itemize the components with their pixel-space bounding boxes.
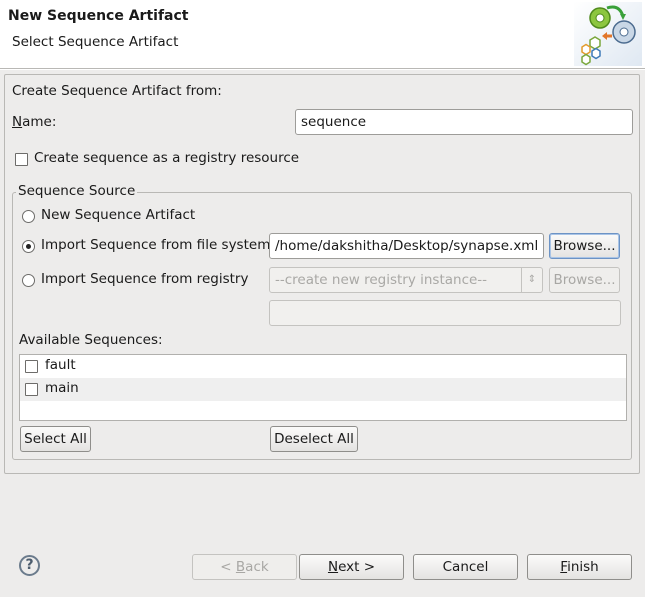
next-mnemonic: N xyxy=(327,559,339,575)
sequence-source-legend: Sequence Source xyxy=(16,183,138,199)
main-label[interactable]: main xyxy=(45,380,79,396)
sequences-list[interactable]: fault main xyxy=(19,354,627,421)
name-label-mnemonic: N xyxy=(12,114,23,130)
back-mnemonic: B xyxy=(235,559,246,575)
sequence-wizard-icon xyxy=(574,2,642,66)
back-prefix: < xyxy=(220,559,236,575)
list-item[interactable]: fault xyxy=(20,355,626,378)
registry-path-input[interactable] xyxy=(269,300,621,326)
registry-instance-combo[interactable]: --create new registry instance-- ⇕ xyxy=(269,267,543,293)
name-label: Name: xyxy=(12,114,56,130)
fault-checkbox[interactable] xyxy=(25,360,38,373)
name-input[interactable]: sequence xyxy=(295,109,633,135)
import-file-radio[interactable] xyxy=(22,240,35,253)
back-text: ack xyxy=(245,559,269,575)
finish-button[interactable]: Finish xyxy=(527,554,632,580)
deselect-all-button[interactable]: Deselect All xyxy=(270,426,358,452)
help-icon[interactable]: ? xyxy=(19,555,40,576)
new-artifact-radio[interactable] xyxy=(22,210,35,223)
registry-resource-checkbox[interactable] xyxy=(15,153,28,166)
wizard-subtitle: Select Sequence Artifact xyxy=(12,34,179,50)
create-from-label: Create Sequence Artifact from: xyxy=(12,83,222,99)
next-text: ext > xyxy=(338,559,376,575)
main-checkbox[interactable] xyxy=(25,383,38,396)
import-file-label[interactable]: Import Sequence from file system xyxy=(41,237,270,253)
available-sequences-label: Available Sequences: xyxy=(19,332,163,348)
registry-resource-label[interactable]: Create sequence as a registry resource xyxy=(34,150,299,166)
import-registry-label[interactable]: Import Sequence from registry xyxy=(41,271,248,287)
import-registry-radio[interactable] xyxy=(22,274,35,287)
header-divider-highlight xyxy=(0,69,645,70)
next-button[interactable]: Next > xyxy=(299,554,404,580)
browse-registry-button[interactable]: Browse... xyxy=(549,267,620,293)
new-artifact-label[interactable]: New Sequence Artifact xyxy=(41,207,195,223)
chevron-updown-icon: ⇕ xyxy=(521,268,542,292)
fault-label[interactable]: fault xyxy=(45,357,76,373)
list-item[interactable]: main xyxy=(20,378,626,401)
back-button[interactable]: < Back xyxy=(192,554,297,580)
wizard-title: New Sequence Artifact xyxy=(8,8,189,24)
finish-text: inish xyxy=(567,559,599,575)
cancel-button[interactable]: Cancel xyxy=(413,554,518,580)
select-all-button[interactable]: Select All xyxy=(20,426,91,452)
registry-instance-value: --create new registry instance-- xyxy=(275,272,488,288)
file-path-input[interactable]: /home/dakshitha/Desktop/synapse.xml xyxy=(269,233,544,259)
name-label-text: ame: xyxy=(22,114,57,130)
browse-file-button[interactable]: Browse... xyxy=(549,233,620,259)
